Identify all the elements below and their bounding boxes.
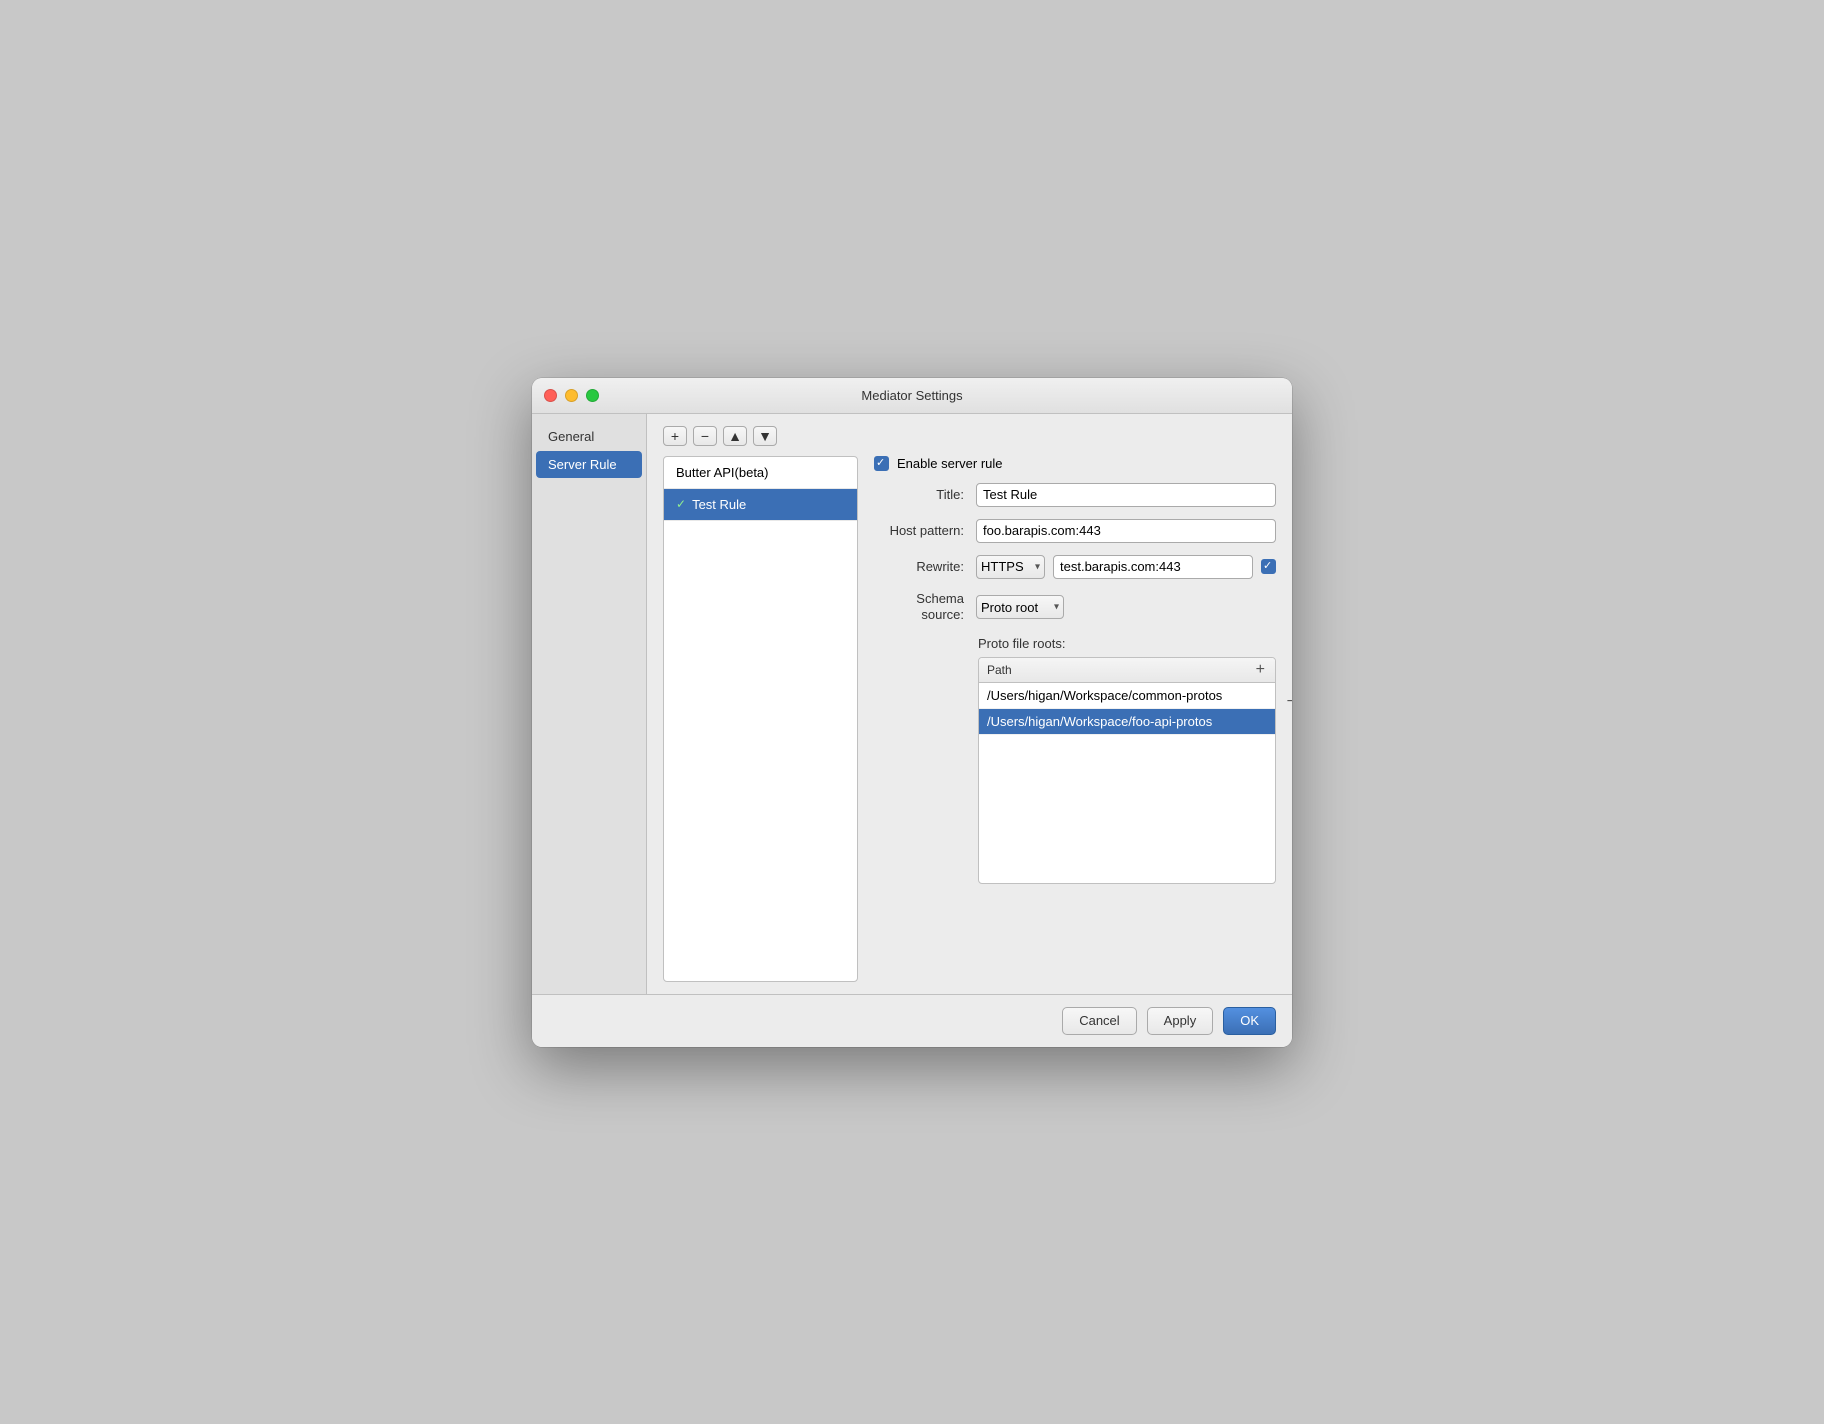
rules-list: Butter API(beta) ✓ Test Rule (663, 456, 858, 982)
schema-source-row: Schema source: Proto root (874, 591, 1276, 625)
rule-details: Enable server rule Title: Host pattern: (874, 456, 1276, 982)
proto-add-button[interactable]: + (1254, 662, 1267, 678)
move-up-button[interactable]: ▲ (723, 426, 747, 446)
proto-table-body: /Users/higan/Workspace/common-protos /Us… (979, 683, 1275, 883)
rule-item-butter-api[interactable]: Butter API(beta) (664, 457, 857, 489)
remove-rule-button[interactable]: − (693, 426, 717, 446)
traffic-lights (544, 389, 599, 402)
path-column-header: Path (987, 663, 1012, 677)
cancel-button[interactable]: Cancel (1062, 1007, 1136, 1035)
rule-item-test-rule[interactable]: ✓ Test Rule (664, 489, 857, 521)
add-rule-button[interactable]: + (663, 426, 687, 446)
rewrite-row: Rewrite: HTTP HTTPS (874, 555, 1276, 579)
rewrite-protocol-select[interactable]: HTTP HTTPS (976, 555, 1045, 579)
schema-source-select[interactable]: Proto root (976, 595, 1064, 619)
close-button[interactable] (544, 389, 557, 402)
rule-label: Butter API(beta) (676, 465, 769, 480)
title-row: Title: (874, 483, 1276, 507)
sidebar-item-general[interactable]: General (536, 423, 642, 450)
main-content: General Server Rule + − ▲ ▼ Butter API(b… (532, 414, 1292, 994)
rewrite-protocol-wrapper: HTTP HTTPS (976, 555, 1045, 579)
window-title: Mediator Settings (861, 388, 962, 403)
maximize-button[interactable] (586, 389, 599, 402)
footer: Cancel Apply OK (532, 994, 1292, 1047)
proto-file-roots-label: Proto file roots: (978, 636, 1276, 651)
content-area: + − ▲ ▼ Butter API(beta) ✓ Test Rule (647, 414, 1292, 994)
title-input[interactable] (976, 483, 1276, 507)
proto-remove-button[interactable]: − (1287, 693, 1292, 711)
titlebar: Mediator Settings (532, 378, 1292, 414)
apply-button[interactable]: Apply (1147, 1007, 1214, 1035)
proto-path: /Users/higan/Workspace/foo-api-protos (987, 714, 1212, 729)
sidebar: General Server Rule (532, 414, 647, 994)
proto-table-container: Path + /Users/higan/Workspace/common-pro… (978, 657, 1276, 884)
rule-label: Test Rule (692, 497, 746, 512)
proto-row-foo-api[interactable]: /Users/higan/Workspace/foo-api-protos (979, 709, 1275, 735)
minimize-button[interactable] (565, 389, 578, 402)
proto-row-common[interactable]: /Users/higan/Workspace/common-protos (979, 683, 1275, 709)
split-pane: Butter API(beta) ✓ Test Rule Enable serv… (663, 456, 1276, 982)
title-label: Title: (874, 487, 964, 502)
checkmark-icon: ✓ (676, 497, 686, 511)
rewrite-label: Rewrite: (874, 559, 964, 574)
toolbar: + − ▲ ▼ (663, 426, 1276, 446)
proto-table-header: Path + (979, 658, 1275, 683)
rewrite-inputs: HTTP HTTPS (976, 555, 1276, 579)
main-window: Mediator Settings General Server Rule + … (532, 378, 1292, 1047)
ok-button[interactable]: OK (1223, 1007, 1276, 1035)
enable-row: Enable server rule (874, 456, 1276, 471)
schema-source-label: Schema source: (874, 591, 964, 625)
proto-file-section: Proto file roots: Path + /Users/higan/Wo… (874, 636, 1276, 981)
rewrite-checkbox[interactable] (1261, 559, 1276, 574)
schema-source-wrapper: Proto root (976, 595, 1064, 619)
move-down-button[interactable]: ▼ (753, 426, 777, 446)
proto-path: /Users/higan/Workspace/common-protos (987, 688, 1222, 703)
enable-label: Enable server rule (897, 456, 1003, 471)
sidebar-item-server-rule[interactable]: Server Rule (536, 451, 642, 478)
enable-checkbox[interactable] (874, 456, 889, 471)
host-pattern-label: Host pattern: (874, 523, 964, 538)
rewrite-url-input[interactable] (1053, 555, 1253, 579)
host-pattern-row: Host pattern: (874, 519, 1276, 543)
host-pattern-input[interactable] (976, 519, 1276, 543)
proto-table: Path + /Users/higan/Workspace/common-pro… (978, 657, 1276, 884)
